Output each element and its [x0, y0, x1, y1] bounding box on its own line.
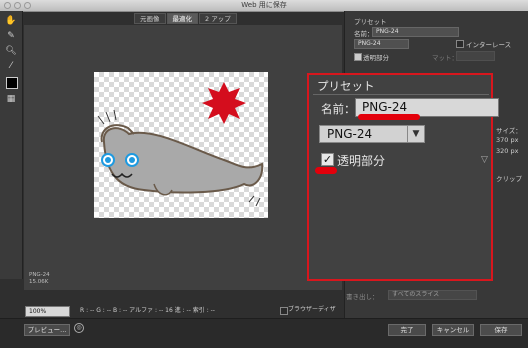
toggle-slice-visibility-icon[interactable]: ▦	[5, 93, 17, 105]
window-title: Web 用に保存	[241, 1, 287, 9]
image-info: PNG-24 15.06K	[29, 272, 50, 286]
callout-transparency-checkbox[interactable]: ✓	[321, 153, 334, 166]
browser-icon[interactable]: ◎	[74, 323, 84, 333]
pixel-info: R : -- G : -- B : -- アルファ : -- 16 進 : --…	[80, 307, 215, 314]
hand-tool-icon[interactable]: ✋	[5, 15, 17, 27]
image-format: PNG-24	[29, 272, 50, 278]
image-size: 15.06K	[29, 279, 49, 285]
preset-label: プリセット	[354, 18, 387, 26]
interlace-checkbox[interactable]	[456, 40, 464, 48]
browser-dither-label: ブラウザーディザ	[288, 306, 336, 313]
red-marker-underline-2	[315, 167, 337, 174]
interlace-label: インターレース	[466, 41, 512, 49]
transparency-checkbox-small[interactable]	[354, 53, 362, 61]
zoom-tool-icon[interactable]: 🔍︎	[5, 45, 17, 57]
matte-select[interactable]	[456, 51, 495, 61]
export-select[interactable]: すべてのスライス	[388, 290, 477, 300]
cancel-button[interactable]: キャンセル	[432, 324, 474, 336]
height-value: 320 px	[496, 147, 519, 155]
zoom-select[interactable]: 100%	[25, 306, 70, 317]
red-marker-underline	[358, 114, 420, 120]
tab-2-up[interactable]: 2 アップ	[199, 13, 237, 24]
export-label: 書き出し：	[346, 293, 379, 301]
seal-illustration	[97, 82, 264, 207]
image-preview[interactable]	[94, 72, 268, 218]
color-swatch[interactable]	[6, 77, 18, 89]
callout-transparency-label: 透明部分	[337, 154, 386, 168]
slice-select-tool-icon[interactable]: ✎	[5, 30, 17, 42]
callout-divider	[313, 94, 489, 95]
format-select[interactable]: PNG-24	[354, 39, 409, 49]
eyedropper-tool-icon[interactable]: ⁄	[5, 60, 17, 72]
callout-preset-title: プリセット	[317, 79, 375, 93]
preview-button[interactable]: プレビュー...	[24, 324, 70, 336]
chevron-down-icon[interactable]: ▼	[407, 125, 425, 143]
name-label: 名前：	[354, 30, 374, 38]
callout-name-label: 名前：	[321, 102, 356, 116]
eyedropper-color-icon: ▽	[481, 155, 488, 165]
matte-label: マット：	[432, 54, 458, 62]
burst-shape	[202, 82, 246, 124]
clip-label: クリップ	[496, 175, 522, 183]
image-size-label: サイズ：	[496, 127, 522, 135]
callout-format-select[interactable]: PNG-24	[319, 125, 417, 143]
save-button[interactable]: 保存	[480, 324, 522, 336]
view-tabs: 元画像 最適化 2 アップ	[134, 13, 237, 24]
transparency-label-small: 透明部分	[363, 54, 389, 62]
zoomed-callout: プリセット 名前： PNG-24 PNG-24 ▼ ✓ 透明部分 ▽	[307, 73, 499, 281]
tab-optimized[interactable]: 最適化	[166, 13, 198, 24]
tab-original[interactable]: 元画像	[134, 13, 166, 24]
browser-dither-checkbox[interactable]	[280, 307, 288, 315]
done-button[interactable]: 完了	[388, 324, 426, 336]
width-value: 370 px	[496, 136, 519, 144]
preset-name-select[interactable]: PNG-24	[372, 27, 459, 37]
